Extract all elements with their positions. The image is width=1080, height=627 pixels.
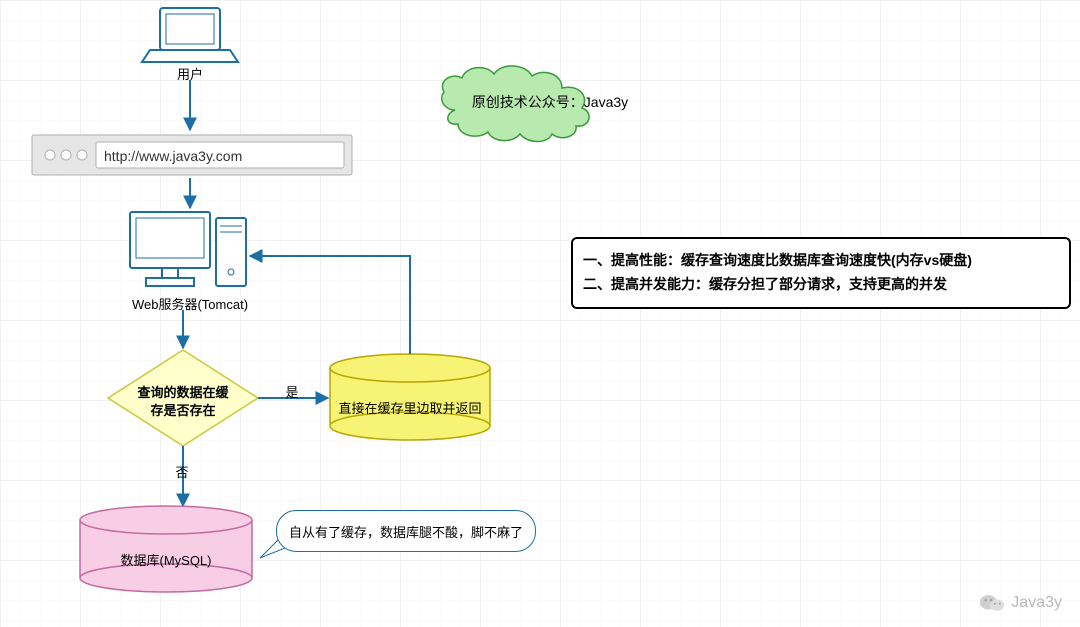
browser-url: http://www.java3y.com bbox=[104, 148, 336, 164]
watermark: Java3y bbox=[979, 593, 1062, 613]
cloud-text: 原创技术公众号：Java3y bbox=[440, 92, 660, 112]
cache-cylinder bbox=[330, 354, 490, 440]
user-label: 用户 bbox=[170, 64, 210, 83]
database-label: 数据库(MySQL) bbox=[100, 550, 232, 569]
decision-text-2: 存是否存在 bbox=[120, 400, 246, 419]
watermark-text: Java3y bbox=[1011, 594, 1062, 612]
wechat-icon bbox=[979, 593, 1005, 613]
info-box: 一、提高性能：缓存查询速度比数据库查询速度快(内存vs硬盘) 二、提高并发能力：… bbox=[571, 237, 1071, 309]
edge-yes-label: 是 bbox=[278, 382, 306, 401]
speech-bubble-text: 自从有了缓存，数据库腿不酸，脚不麻了 bbox=[289, 522, 523, 541]
arrow-cache-to-server bbox=[250, 256, 410, 354]
database-cylinder bbox=[80, 506, 252, 592]
cache-cylinder-label: 直接在缓存里边取并返回 bbox=[330, 398, 490, 417]
user-laptop-icon bbox=[142, 8, 238, 62]
decision-text-1: 查询的数据在缓 bbox=[120, 382, 246, 401]
speech-bubble: 自从有了缓存，数据库腿不酸，脚不麻了 bbox=[276, 510, 536, 552]
info-line-2: 二、提高并发能力：缓存分担了部分请求，支持更高的并发 bbox=[583, 273, 1059, 297]
edge-no-label: 否 bbox=[168, 462, 196, 481]
web-server-label: Web服务器(Tomcat) bbox=[110, 294, 270, 313]
info-line-1: 一、提高性能：缓存查询速度比数据库查询速度快(内存vs硬盘) bbox=[583, 249, 1059, 273]
web-server-icon bbox=[130, 212, 246, 286]
